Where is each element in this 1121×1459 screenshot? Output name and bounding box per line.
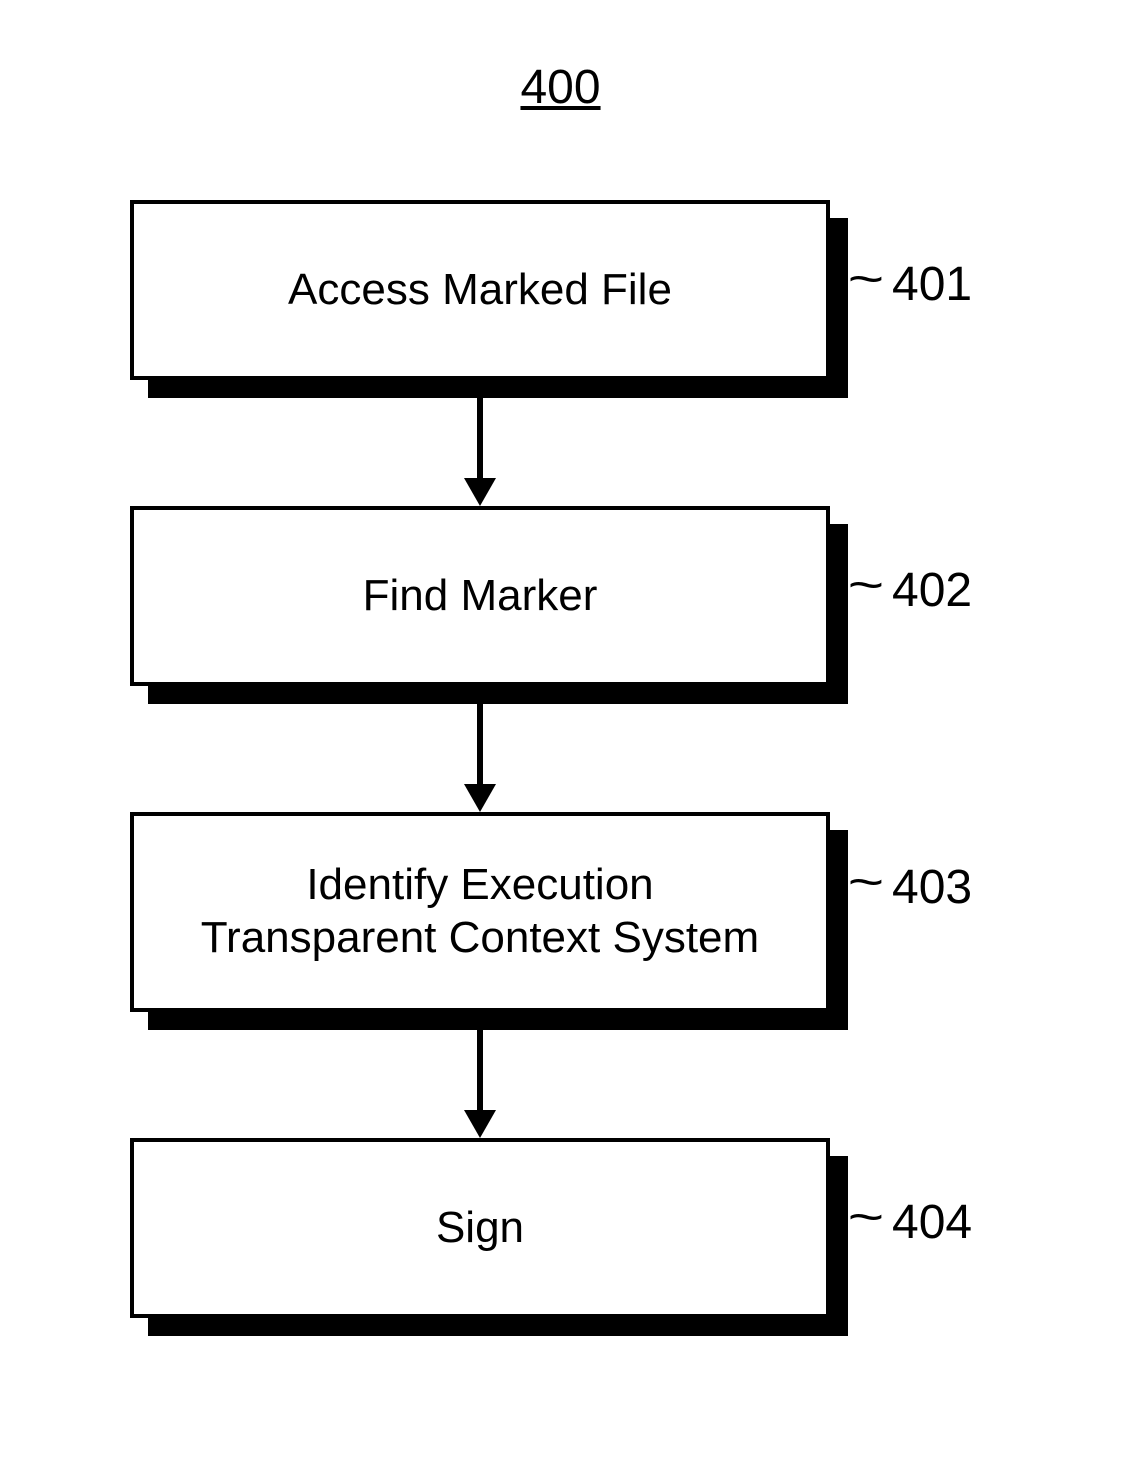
ref-label-404: 404	[892, 1195, 972, 1250]
ref-label-401: 401	[892, 257, 972, 312]
arrow	[477, 1030, 483, 1115]
node-text: Sign	[436, 1202, 524, 1255]
ref-tilde: ~	[848, 558, 884, 613]
node-text: Identify Execution Transparent Context S…	[201, 859, 759, 965]
node-box: Sign	[130, 1138, 830, 1318]
node-text: Find Marker	[363, 570, 598, 623]
ref-tilde: ~	[848, 855, 884, 910]
ref-label-403: 403	[892, 860, 972, 915]
node-box: Identify Execution Transparent Context S…	[130, 812, 830, 1012]
arrow-head	[464, 784, 496, 812]
ref-label-402: 402	[892, 563, 972, 618]
arrow	[477, 398, 483, 483]
flow-node-find-marker: Find Marker	[130, 506, 830, 686]
node-text: Access Marked File	[288, 264, 672, 317]
flow-node-identify-execution: Identify Execution Transparent Context S…	[130, 812, 830, 1012]
flowchart-canvas: 400 Access Marked File ~ 401 Find Marker…	[0, 0, 1121, 1459]
flow-node-sign: Sign	[130, 1138, 830, 1318]
ref-tilde: ~	[848, 252, 884, 307]
node-box: Access Marked File	[130, 200, 830, 380]
ref-tilde: ~	[848, 1190, 884, 1245]
arrow-head	[464, 478, 496, 506]
node-box: Find Marker	[130, 506, 830, 686]
figure-number: 400	[0, 60, 1121, 115]
flow-node-access-marked-file: Access Marked File	[130, 200, 830, 380]
arrow	[477, 704, 483, 789]
arrow-head	[464, 1110, 496, 1138]
